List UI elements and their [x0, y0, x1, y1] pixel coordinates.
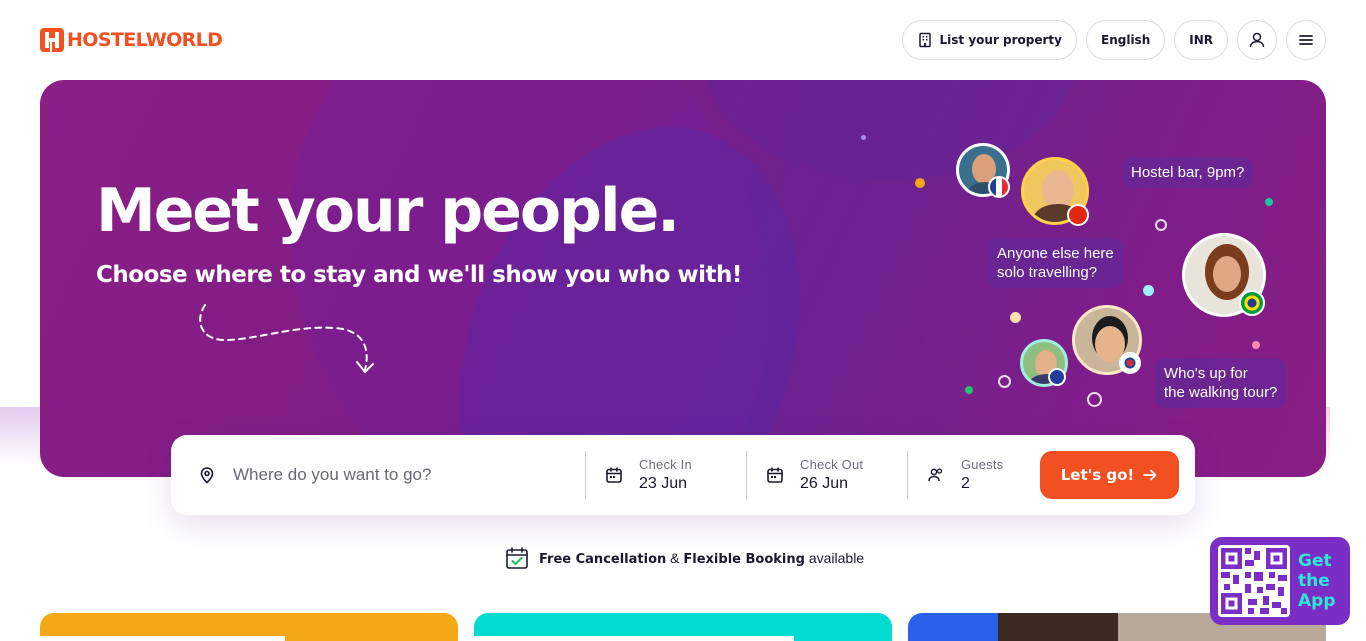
- lets-go-label: Let's go!: [1060, 466, 1135, 484]
- chat-bubble: Who's up for the walking tour?: [1155, 358, 1287, 408]
- korea-flag-icon: [1119, 352, 1141, 374]
- australia-flag-icon: [1048, 368, 1066, 386]
- guests-field[interactable]: Guests 2: [927, 435, 1003, 515]
- destination-field[interactable]: [199, 435, 563, 515]
- guests-label: Guests: [961, 457, 1004, 472]
- list-property-label: List your property: [939, 33, 1062, 47]
- account-button[interactable]: [1237, 20, 1277, 60]
- hostelworld-logo[interactable]: HOSTELWORLD: [40, 28, 223, 52]
- building-icon: [918, 32, 931, 48]
- qr-code-icon: [1218, 545, 1290, 617]
- decor-dot: [1252, 341, 1260, 349]
- calendar-icon: [767, 467, 783, 483]
- decor-ring: [1155, 219, 1167, 231]
- location-pin-icon: [200, 467, 214, 484]
- app-line-1: Get: [1298, 551, 1332, 571]
- decor-dot: [1010, 312, 1021, 323]
- field-divider: [585, 451, 586, 499]
- app-line-2: the: [1298, 571, 1330, 591]
- hero-headline: Meet your people.: [96, 176, 680, 246]
- decor-ring: [998, 375, 1011, 388]
- china-flag-icon: [1067, 204, 1089, 226]
- france-flag-icon: [988, 176, 1010, 198]
- list-property-button[interactable]: List your property: [901, 20, 1077, 60]
- chat-bubble: Anyone else here solo travelling?: [988, 238, 1123, 288]
- checkout-label: Check Out: [800, 457, 864, 472]
- promo-card[interactable]: [474, 613, 892, 641]
- user-icon: [1249, 32, 1265, 48]
- promo-joiner: &: [666, 549, 684, 566]
- decor-dot: [1143, 285, 1154, 296]
- hamburger-menu-icon: [1299, 35, 1313, 45]
- lets-go-button[interactable]: Let's go!: [1040, 451, 1179, 499]
- hero-subline: Choose where to stay and we'll show you …: [96, 262, 742, 288]
- hero-banner: Meet your people. Choose where to stay a…: [40, 80, 1326, 477]
- currency-button[interactable]: INR: [1174, 20, 1228, 60]
- destination-input[interactable]: [233, 465, 563, 485]
- calendar-icon: [606, 467, 622, 483]
- checkin-value: 23 Jun: [639, 475, 688, 492]
- field-divider: [907, 451, 908, 499]
- get-the-app-badge[interactable]: Get the App: [1210, 537, 1350, 625]
- checkin-field[interactable]: Check In 23 Jun: [605, 435, 692, 515]
- flexible-booking-text: Flexible Booking: [683, 551, 805, 567]
- guests-icon: [928, 468, 943, 482]
- promo-suffix: available: [804, 549, 865, 566]
- decor-dot: [965, 386, 973, 394]
- free-cancellation-text: Free Cancellation: [539, 551, 667, 567]
- logo-mark-icon: [40, 28, 64, 52]
- brazil-flag-icon: [1239, 290, 1265, 316]
- menu-button[interactable]: [1286, 20, 1326, 60]
- app-line-3: App: [1298, 591, 1336, 611]
- page: HOSTELWORLD List your property English I…: [0, 0, 1366, 641]
- calendar-check-icon: [506, 547, 528, 569]
- checkout-value: 26 Jun: [800, 475, 849, 492]
- decor-dot: [1265, 198, 1273, 206]
- arrow-right-icon: [1143, 469, 1157, 481]
- decor-dot: [861, 135, 866, 140]
- decor-dot: [915, 178, 925, 188]
- header-nav: List your property English INR: [901, 20, 1326, 60]
- guests-value: 2: [961, 475, 970, 492]
- field-divider: [746, 451, 747, 499]
- language-button[interactable]: English: [1086, 20, 1166, 60]
- language-label: English: [1101, 33, 1151, 47]
- free-cancellation-banner: Free Cancellation & Flexible Booking ava…: [505, 546, 864, 570]
- checkin-label: Check In: [639, 457, 692, 472]
- currency-label: INR: [1189, 33, 1213, 47]
- search-bar: Check In 23 Jun Check Out 26 Jun Guests …: [171, 435, 1195, 515]
- decor-ring: [1087, 392, 1102, 407]
- logo-text: HOSTELWORLD: [67, 29, 223, 51]
- checkout-field[interactable]: Check Out 26 Jun: [766, 435, 863, 515]
- promo-card[interactable]: [40, 613, 458, 641]
- background-swoosh: [700, 80, 1080, 180]
- chat-bubble: Hostel bar, 9pm?: [1122, 157, 1254, 188]
